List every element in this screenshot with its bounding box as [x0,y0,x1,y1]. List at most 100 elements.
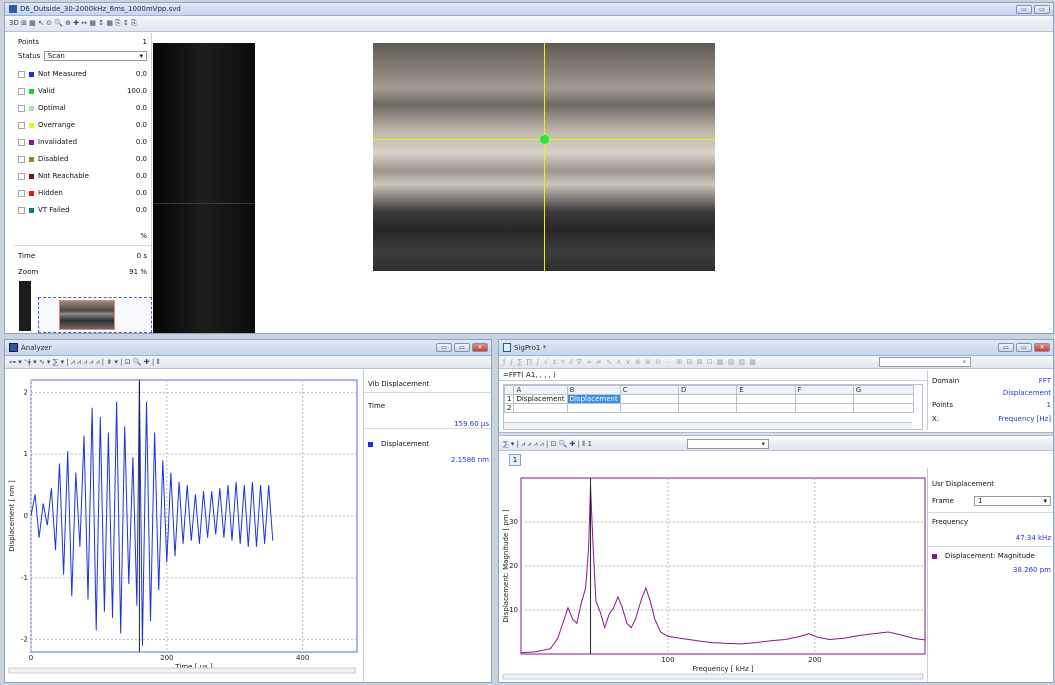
sheet-cell[interactable]: Displacement [513,394,568,404]
sheet-cell[interactable]: F [794,385,854,395]
status-label: Hidden [38,189,63,197]
sigpro-titlebar[interactable]: SigPro1 * [499,340,1053,356]
sheet-cell[interactable]: A [513,385,568,395]
zoom-slider[interactable] [19,281,31,331]
sheet-cell[interactable] [566,403,621,413]
analyzer-legend[interactable]: Displacement [364,438,491,450]
status-label: Not Reachable [38,172,89,180]
status-row-overrange[interactable]: Overrange 0.0 [18,118,147,132]
function-toolbar-icons[interactable]: ƒ ⨏ ∑ ∏ ∫ √ ⩲ ⩳ ∂ ∇ ≈ ≠ ∿ ∧ ∨ ⊕ ⊗ ⊖ ⋯ ⊞ … [503,358,757,367]
sheet-cell[interactable] [619,394,679,404]
points-row: Points 1 [18,35,147,49]
sheet-cell[interactable]: D [677,385,738,395]
formula-text[interactable]: =FFT( A1, , , , ) [503,371,556,379]
status-select[interactable]: Scan ▾ [43,51,147,61]
main-toolbar-icons[interactable]: 3D ⊞ ▦ ↖ ⊙ 🔍 ⊕ ✚ ↔ ▦ ↕ ▦ ⎘ ↕ ⎘ [9,19,137,28]
status-checkbox[interactable] [18,138,25,146]
sheet-cell[interactable] [852,403,915,413]
frame-select[interactable]: 1 ▾ [974,496,1051,506]
sheet-cell[interactable] [619,403,679,413]
camera-video-view[interactable] [373,43,715,271]
status-row-not-reachable[interactable]: Not Reachable 0.0 [18,169,147,183]
y-tick-label: 0 [24,512,28,520]
sheet-cell[interactable] [852,394,915,404]
sheet-cell[interactable]: Displacement [566,394,621,404]
points-value: 1 [142,38,147,46]
analyzer-close-button[interactable]: ✕ [472,343,488,352]
status-checkbox[interactable] [18,104,25,112]
navigator-thumbnail[interactable] [38,297,152,333]
type-value: Displacement [1002,389,1051,397]
status-row-vt-failed[interactable]: VT Failed 0.0 [18,203,147,217]
spreadsheet[interactable]: A B C D E F G 1 Displacement Displacement 2 [503,384,923,430]
sheet-cell[interactable] [794,403,854,413]
sheet-cell[interactable]: G [852,385,915,395]
horizontal-scrollbar[interactable] [502,673,924,680]
status-value: 100.0 [126,87,147,95]
sheet-cell[interactable]: C [619,385,679,395]
status-checkbox[interactable] [18,206,25,214]
fft-chart[interactable]: 100 200 30 20 10 Frequency [ kHz ] Displacemen… [499,468,927,682]
status-label: Disabled [38,155,69,163]
status-row-valid[interactable]: Valid 100.0 [18,84,147,98]
status-value: 0.0 [135,70,147,78]
status-swatch [29,207,34,213]
sheet-cell[interactable]: E [736,385,796,395]
status-row-hidden[interactable]: Hidden 0.0 [18,186,147,200]
sheet-cell[interactable]: 1 [504,394,515,404]
analyzer-app-icon [9,343,18,352]
formula-bar[interactable]: =FFT( A1, , , , ) [499,370,927,381]
sigpro-chart-toolbar[interactable]: ⅀ ▾ | ⩘ ⩘ ⩘ ⩘ | ⊡ 🔍 ✚ | ⦀ 1 ▾ [499,438,1053,451]
status-row-disabled[interactable]: Disabled 0.0 [18,152,147,166]
y-tick-label: -1 [21,574,28,582]
sheet-cell[interactable]: B [566,385,621,395]
analyzer-toolbar-icons[interactable]: ⊶ ▾ ⁺ǂ ▾ ∿ ▾ ⅀ ▾ | ⩘ ⩘ ⩘ ⩘ ⩘ | ⇟ ▾ | ⊡ 🔍… [9,358,160,367]
sheet-cell[interactable] [513,403,568,413]
analyzer-minimize-button[interactable]: ▭ [436,343,452,352]
sigpro-minimize-button[interactable]: ▭ [998,343,1014,352]
spreadsheet-grid[interactable]: A B C D E F G 1 Displacement Displacement 2 [504,385,915,413]
sheet-cell[interactable] [736,403,796,413]
analyzer-chart[interactable]: 0 200 400210-1-2Time [ µs ]Displacement [ … [5,370,363,676]
sheet-cell[interactable] [736,394,796,404]
status-checkbox[interactable] [18,87,25,95]
measurement-point-marker[interactable] [540,135,549,144]
x-axis-value: Frequency [Hz] [998,415,1051,423]
sigpro-function-toolbar[interactable]: ƒ ⨏ ∑ ∏ ∫ √ ⩲ ⩳ ∂ ∇ ≈ ≠ ∿ ∧ ∨ ⊕ ⊗ ⊖ ⋯ ⊞ … [499,356,1053,369]
x-axis-row: X: Frequency [Hz] [932,412,1051,426]
main-toolbar[interactable]: 3D ⊞ ▦ ↖ ⊙ 🔍 ⊕ ✚ ↔ ▦ ↕ ▦ ⎘ ↕ ⎘ [5,16,1053,32]
splitter[interactable] [499,432,1053,436]
chart-toolbar-icons[interactable]: ⅀ ▾ | ⩘ ⩘ ⩘ ⩘ | ⊡ 🔍 ✚ | ⦀ 1 [503,440,592,449]
x-tick-label: 400 [296,654,309,662]
sheet-cell[interactable]: 2 [504,403,515,413]
fft-legend[interactable]: Displacement: Magnitude [928,550,1039,562]
horizontal-scrollbar[interactable] [8,667,356,674]
sheet-cell[interactable] [504,385,515,395]
sigpro-close-button[interactable]: ✕ [1034,343,1050,352]
status-checkbox[interactable] [18,70,25,78]
chart-tab[interactable]: 1 [509,454,521,466]
status-checkbox[interactable] [18,172,25,180]
sheet-cell[interactable] [677,394,738,404]
restore-button[interactable]: ▭ [1034,5,1050,14]
analyzer-titlebar[interactable]: Analyzer [5,340,491,356]
chart-channel-select[interactable]: ▾ [687,439,769,449]
function-select[interactable]: ▾ [879,357,971,367]
status-row: Status Scan ▾ [18,49,147,63]
status-checkbox[interactable] [18,189,25,197]
spreadsheet-hscroll[interactable] [504,422,912,429]
y-tick-label: 10 [509,606,518,614]
analyzer-toolbar[interactable]: ⊶ ▾ ⁺ǂ ▾ ∿ ▾ ⅀ ▾ | ⩘ ⩘ ⩘ ⩘ ⩘ | ⇟ ▾ | ⊡ 🔍… [5,356,491,369]
status-row-optimal[interactable]: Optimal 0.0 [18,101,147,115]
status-row-invalidated[interactable]: Invalidated 0.0 [18,135,147,149]
main-window-titlebar[interactable]: D6_Outside_30-2000kHz_6ms_1000mVpp.svd [5,3,1053,16]
status-checkbox[interactable] [18,155,25,163]
sheet-cell[interactable] [677,403,738,413]
analyzer-restore-button[interactable]: ▭ [454,343,470,352]
sigpro-info-panel: Domain FFT Displacement Points 1 X: Freq… [927,370,1053,430]
sigpro-restore-button[interactable]: ▭ [1016,343,1032,352]
status-checkbox[interactable] [18,121,25,129]
status-row-not-measured[interactable]: Not Measured 0.0 [18,67,147,81]
sheet-cell[interactable] [794,394,854,404]
minimize-button[interactable]: ▭ [1016,5,1032,14]
